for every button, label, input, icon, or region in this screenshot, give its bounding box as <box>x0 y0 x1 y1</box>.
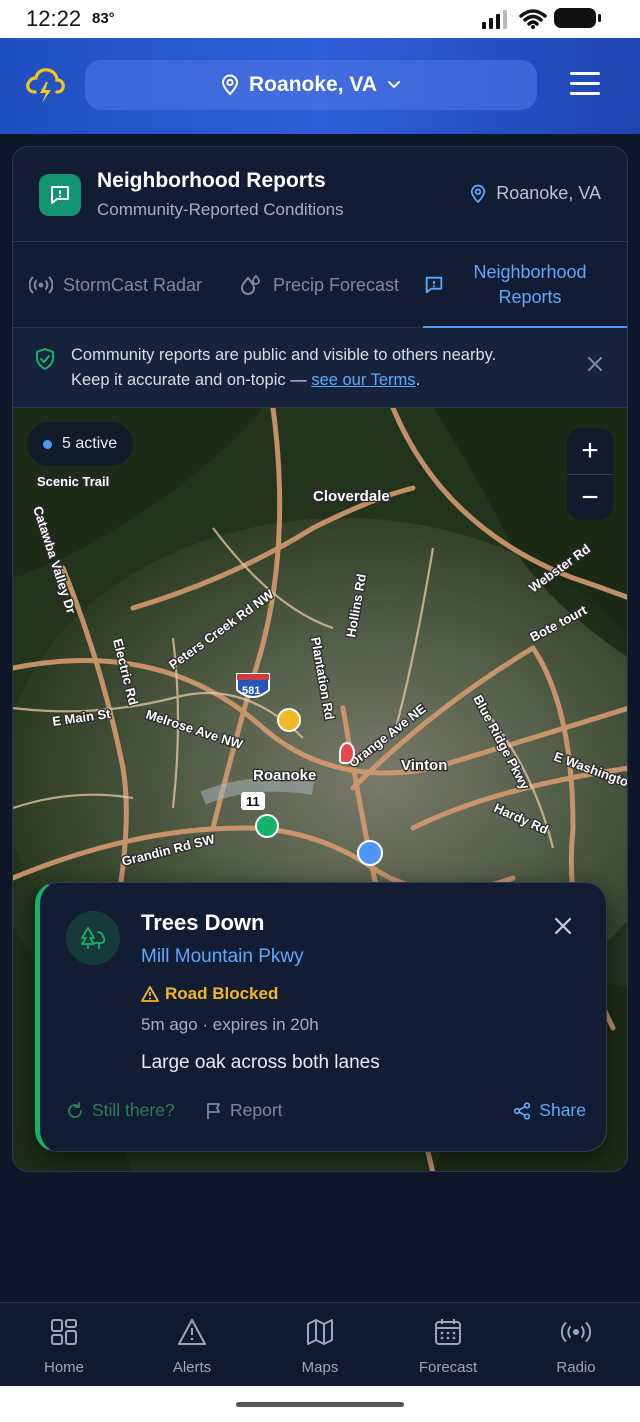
reports-card: Neighborhood Reports Community-Reported … <box>12 146 628 1172</box>
tab-stormcast-radar[interactable]: StormCast Radar <box>29 242 202 328</box>
card-title: Neighborhood Reports <box>97 169 326 192</box>
bottom-navigation: Home Alerts Maps Forecast Radio <box>0 1302 640 1386</box>
tab-label: Precip Forecast <box>273 274 400 295</box>
active-reports-badge: 5 active <box>27 422 134 466</box>
system-home-area <box>0 1386 640 1422</box>
report-location-link[interactable]: Mill Mountain Pkwy <box>141 946 304 968</box>
droplets-icon <box>240 274 260 295</box>
notice-text: Community reports are public and visible… <box>71 343 551 393</box>
road-blocked-badge: Road Blocked <box>141 984 278 1004</box>
map-label-scenic-trail: Scenic Trail <box>37 474 109 489</box>
tab-bar: StormCast Radar Precip Forecast Neighbor… <box>13 242 627 329</box>
location-selector[interactable]: Roanoke, VA <box>85 60 537 110</box>
badge-label: Road Blocked <box>165 984 279 1003</box>
chevron-down-icon <box>387 81 400 89</box>
app-header: Roanoke, VA <box>0 38 640 134</box>
radio-icon <box>512 1315 640 1349</box>
map-label-vinton: Vinton <box>401 757 447 774</box>
signal-icon <box>482 10 507 29</box>
report-chat-icon <box>425 276 443 294</box>
nav-label: Forecast <box>418 1359 478 1376</box>
map-pin-icon <box>222 74 239 96</box>
shield-check-icon <box>36 348 54 370</box>
nav-radio[interactable]: Radio <box>512 1315 640 1376</box>
nav-label: Maps <box>301 1359 339 1376</box>
nav-label: Radio <box>556 1359 596 1376</box>
report-marker-blue[interactable] <box>357 840 383 866</box>
notice-line-2: Keep it accurate and on-topic — <box>71 371 312 389</box>
nav-maps[interactable]: Maps <box>256 1315 384 1376</box>
storm-logo-icon[interactable] <box>24 66 66 106</box>
share-label: Share <box>539 1100 586 1120</box>
community-notice: Community reports are public and visible… <box>13 328 627 408</box>
active-count: 5 active <box>62 435 118 452</box>
reports-map[interactable]: Cloverdale Vinton Roanoke Scenic Trail P… <box>13 408 627 1171</box>
calendar-icon <box>384 1315 512 1349</box>
flag-icon <box>207 1102 220 1119</box>
report-description: Large oak across both lanes <box>141 1052 380 1073</box>
map-pin-icon <box>471 184 486 203</box>
warning-icon <box>141 986 159 1002</box>
map-icon <box>256 1315 384 1349</box>
menu-icon <box>570 72 600 75</box>
nav-home[interactable]: Home <box>0 1315 128 1376</box>
report-time: 5m ago · expires in 20h <box>141 1015 319 1034</box>
still-there-button[interactable]: Still there? <box>66 1100 175 1121</box>
status-temperature: 83° <box>92 10 115 27</box>
card-header: Neighborhood Reports Community-Reported … <box>13 147 627 242</box>
still-there-label: Still there? <box>92 1100 175 1120</box>
tab-label: Neighborhood Reports <box>473 262 587 307</box>
card-location-label: Roanoke, VA <box>496 183 601 203</box>
nav-alerts[interactable]: Alerts <box>128 1315 256 1376</box>
report-marker-yellow[interactable] <box>277 708 301 732</box>
report-button[interactable]: Report <box>206 1100 283 1121</box>
report-marker-green[interactable] <box>255 814 279 838</box>
battery-icon <box>554 8 601 28</box>
tab-label: StormCast Radar <box>63 274 203 295</box>
nav-forecast[interactable]: Forecast <box>384 1315 512 1376</box>
report-title: Trees Down <box>141 910 265 935</box>
trees-icon <box>66 911 120 965</box>
tab-precip-forecast[interactable]: Precip Forecast <box>239 242 399 328</box>
broadcast-icon <box>29 276 53 294</box>
report-label: Report <box>230 1100 283 1120</box>
close-icon[interactable] <box>587 356 603 372</box>
active-dot <box>43 439 52 449</box>
status-time: 12:22 <box>26 6 82 31</box>
notice-line-1: Community reports are public and visible… <box>71 346 497 364</box>
route-shield: 11 <box>241 792 265 810</box>
interstate-shield: 581 <box>236 673 270 698</box>
zoom-in-button[interactable]: + <box>567 428 613 474</box>
refresh-icon <box>68 1101 82 1118</box>
home-indicator[interactable] <box>236 1402 404 1407</box>
terms-link[interactable]: see our Terms <box>311 371 415 389</box>
svg-text:581: 581 <box>242 685 260 697</box>
tab-neighborhood-reports[interactable]: Neighborhood Reports <box>423 242 627 329</box>
svg-text:11: 11 <box>246 794 260 809</box>
report-popup: Trees Down Mill Mountain Pkwy Road Block… <box>35 882 607 1152</box>
zoom-out-button[interactable]: − <box>567 474 613 520</box>
wifi-icon <box>519 9 547 29</box>
share-icon <box>514 1101 531 1120</box>
card-location: Roanoke, VA <box>470 183 601 204</box>
card-subtitle: Community-Reported Conditions <box>97 200 344 219</box>
warning-icon <box>128 1315 256 1349</box>
grid-icon <box>0 1315 128 1349</box>
report-chat-icon <box>39 174 81 216</box>
report-actions: Still there? Report Share <box>66 1100 586 1126</box>
close-icon[interactable] <box>554 917 572 935</box>
status-bar: 12:22 83° <box>0 0 640 38</box>
report-marker-red[interactable] <box>339 742 355 764</box>
menu-button[interactable] <box>570 72 600 98</box>
zoom-controls: + − <box>567 428 613 520</box>
nav-label: Alerts <box>172 1359 212 1376</box>
map-label-cloverdale: Cloverdale <box>313 488 390 505</box>
location-label: Roanoke, VA <box>249 73 377 96</box>
share-button[interactable]: Share <box>513 1100 586 1121</box>
nav-label: Home <box>43 1359 84 1376</box>
map-label-roanoke: Roanoke <box>253 767 316 784</box>
notice-end: . <box>415 371 421 389</box>
